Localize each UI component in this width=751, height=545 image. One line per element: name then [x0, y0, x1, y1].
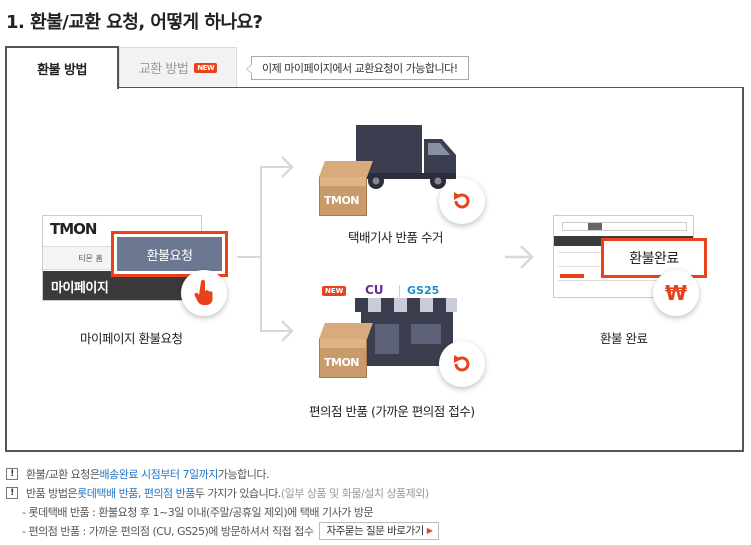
tab-exchange-label: 교환 방법: [138, 62, 189, 77]
exchange-tooltip: 이제 마이페이지에서 교환요청이 가능합니다!: [246, 56, 469, 80]
refund-request-label: 환불요청: [117, 237, 222, 271]
flow-line: [260, 166, 262, 331]
step3-label: 환불 완료: [600, 331, 648, 346]
pointer-hand-icon: [181, 270, 227, 316]
note-row: ! 환불/교환 요청은 배송완료 시점부터 7일까지 가능합니다.: [6, 464, 439, 483]
cu-logo: CU: [365, 283, 384, 297]
note-row: - 롯데택배 반품 : 환불요청 후 1~3일 이내(주말/공휴일 제외)에 택…: [22, 505, 374, 519]
page-title: 1. 환불/교환 요청, 어떻게 하나요?: [6, 12, 263, 33]
note-row: ! 반품 방법은 롯데택배 반품, 편의점 반품 두 가지가 있습니다. (일부…: [6, 483, 439, 502]
tab-refund-label: 환불 방법: [37, 63, 87, 78]
new-badge: NEW: [194, 62, 218, 73]
tab-exchange[interactable]: 교환 방법 NEW: [119, 47, 237, 87]
exclamation-icon: !: [6, 467, 18, 480]
refund-complete-button[interactable]: 환불완료: [601, 238, 707, 278]
won-icon: ₩: [653, 270, 699, 316]
step2b-label: 편의점 반품 (가까운 편의점 접수): [309, 404, 475, 419]
box-lid: [319, 161, 373, 177]
faq-link-button[interactable]: 자주묻는 질문 바로가기 ▶: [319, 521, 440, 540]
return-arrow-icon: [439, 178, 485, 224]
chevron-right-icon: [281, 320, 294, 342]
box-logo: TMON: [324, 356, 360, 369]
caret-right-icon: ▶: [426, 526, 433, 535]
flow-line: [237, 256, 261, 258]
chevron-right-icon: [281, 156, 294, 178]
exclamation-icon: !: [6, 486, 18, 499]
chevron-right-icon: [505, 245, 534, 269]
tmon-box: TMON: [319, 176, 367, 216]
notes-section: ! 환불/교환 요청은 배송완료 시점부터 7일까지 가능합니다. ! 반품 방…: [6, 464, 440, 540]
return-arrow-icon: [439, 341, 485, 387]
note-row: - 편의점 반품 : 가까운 편의점 (CU, GS25)에 방문하셔서 직접 …: [6, 521, 440, 540]
tab-refund[interactable]: 환불 방법: [5, 46, 119, 89]
box-logo: TMON: [324, 194, 360, 207]
box-lid: [319, 323, 373, 339]
delivery-truck-icon: [356, 125, 456, 189]
tmon-logo: TMON: [50, 220, 97, 238]
new-badge: NEW: [322, 286, 347, 296]
step1-label: 마이페이지 환불요청: [80, 331, 183, 346]
gs25-logo: GS25: [407, 284, 440, 297]
step2a-label: 택배기사 반품 수거: [348, 230, 443, 245]
tmon-box: TMON: [319, 338, 367, 378]
